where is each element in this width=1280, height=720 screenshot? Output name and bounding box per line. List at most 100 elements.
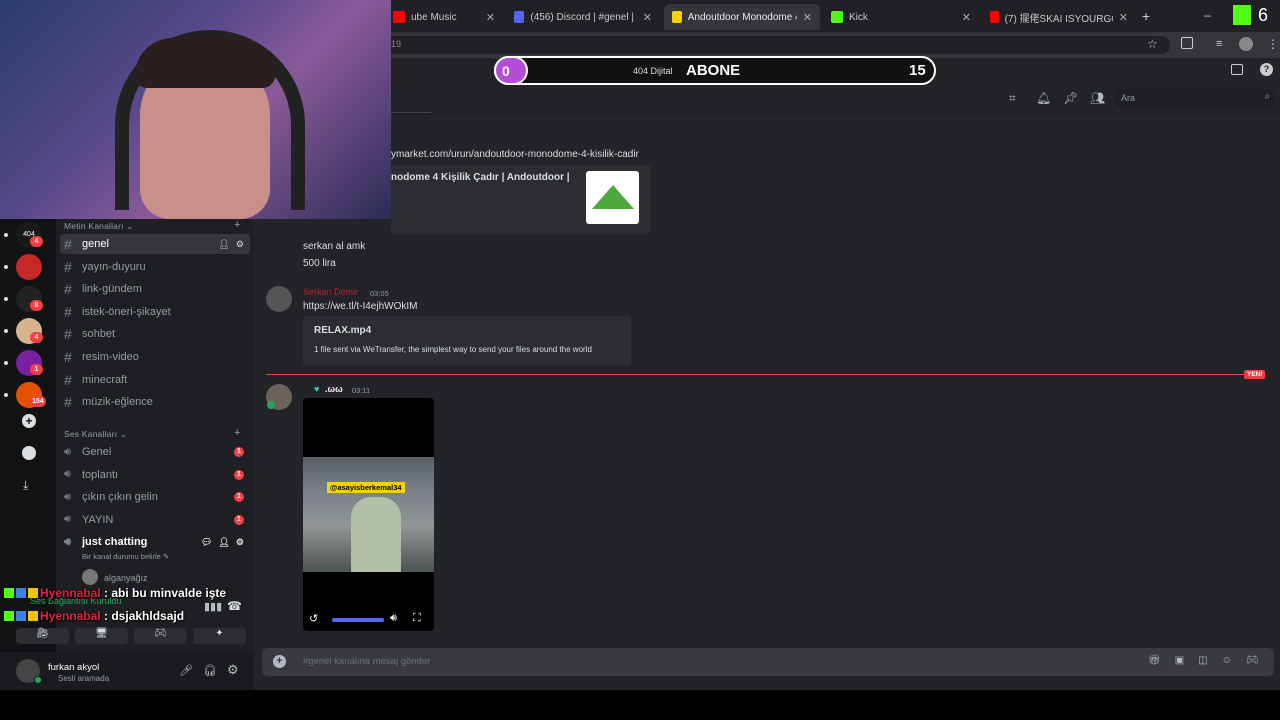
add-voice-channel-icon[interactable]: + xyxy=(234,427,240,439)
close-tab-icon[interactable]: ✕ xyxy=(486,11,495,24)
member-list-icon[interactable]: 👥︎ xyxy=(1090,91,1105,105)
channel-name: sohbet xyxy=(82,328,116,341)
voice-channel-item[interactable]: 🔊︎ YAYIN xyxy=(60,510,250,530)
channel-name: minecraft xyxy=(82,373,128,386)
close-tab-icon[interactable]: ✕ xyxy=(1119,11,1128,24)
voice-channel-item[interactable]: 🔊︎ Genel xyxy=(60,442,250,462)
notification-bell-icon[interactable]: 🔔︎ xyxy=(1036,91,1051,105)
text-channel-item[interactable]: # istek-öneri-şikayet xyxy=(60,302,250,322)
text-channel-item[interactable]: # müzik-eğlence xyxy=(60,392,250,412)
explore-servers-icon[interactable] xyxy=(22,446,36,460)
help-icon[interactable]: ? xyxy=(1260,63,1273,76)
url-field[interactable]: 19 xyxy=(385,36,1170,54)
speaker-icon: 🔊︎ xyxy=(64,490,71,503)
text-channel-item[interactable]: # sohbet xyxy=(60,324,250,344)
browser-tab[interactable]: (7) 擺佬SKAI ISYOURGOD【八方 ✕ xyxy=(982,4,1136,30)
attach-plus-icon[interactable]: + xyxy=(273,655,286,668)
activity-button[interactable]: 🎮︎ xyxy=(134,628,187,644)
message-time-2: 03:05 xyxy=(370,289,389,298)
add-server-icon[interactable]: + xyxy=(22,414,36,428)
browser-menu-icon[interactable]: ⋮ xyxy=(1267,37,1279,51)
screen-share-button[interactable]: 🖥︎ xyxy=(75,628,128,644)
sticker-icon[interactable]: ◫ xyxy=(1198,655,1207,666)
invite-icon[interactable]: 👤︎ xyxy=(218,239,229,250)
profile-avatar[interactable] xyxy=(1239,37,1253,51)
soundboard-button[interactable]: ✦ xyxy=(193,628,246,644)
search-input[interactable]: Ara ⌕ xyxy=(1115,89,1275,107)
wetransfer-embed-title[interactable]: RELAX.mp4 xyxy=(314,325,371,336)
voice-status-text[interactable]: Bir kanal durumu belirle ✎ xyxy=(82,552,169,561)
volume-icon[interactable]: 🔊︎ xyxy=(390,612,397,625)
tent-thumbnail[interactable] xyxy=(586,171,639,224)
voice-channel-item[interactable]: 🔊︎ çıkın çıkın gelin xyxy=(60,487,250,507)
voice-category-header[interactable]: Ses Kanalları ⌄ xyxy=(64,429,127,440)
close-tab-icon[interactable]: ✕ xyxy=(803,11,812,24)
user-settings-gear-icon[interactable]: ⚙ xyxy=(227,662,239,678)
browser-tab[interactable]: ube Music ✕ xyxy=(385,4,503,30)
message-input[interactable]: #genel kanalına mesaj gönder xyxy=(303,656,430,667)
extensions-icon[interactable] xyxy=(1181,37,1193,49)
server-unread-pill xyxy=(4,233,8,237)
server-icon[interactable] xyxy=(16,254,42,280)
gif-icon[interactable]: ▣ xyxy=(1175,655,1184,666)
tab-label: ube Music xyxy=(411,11,457,23)
server-mention-badge: 4 xyxy=(30,236,43,247)
inbox-icon[interactable] xyxy=(1231,64,1243,75)
url-text: 19 xyxy=(391,39,402,49)
threads-icon[interactable]: ⌗ xyxy=(1009,91,1016,106)
headphones-icon[interactable]: 🎧︎ xyxy=(203,664,217,677)
text-channel-item[interactable]: # genel 👤︎ ⚙ xyxy=(60,234,250,254)
text-channel-item[interactable]: # minecraft xyxy=(60,370,250,390)
author-name-2[interactable]: Serkan Demir xyxy=(303,287,358,297)
overlay-brand: 404 Dijital xyxy=(633,66,673,76)
new-tab-button[interactable]: + xyxy=(1142,8,1150,24)
message-time-3: 03:11 xyxy=(352,386,371,395)
invite-icon[interactable]: 👤︎ xyxy=(218,537,229,548)
browser-tab[interactable]: (456) Discord | #genel | 404 ✕ xyxy=(506,4,660,30)
minimize-window-button[interactable]: – xyxy=(1204,8,1211,22)
close-tab-icon[interactable]: ✕ xyxy=(962,11,971,24)
bookmark-star-icon[interactable]: ☆ xyxy=(1147,37,1158,51)
pin-icon[interactable]: 📌︎ xyxy=(1063,91,1078,105)
media-controls-icon[interactable]: ≡ xyxy=(1216,38,1222,50)
product-embed-title[interactable]: nodome 4 Kişilik Çadır | Andoutdoor | xyxy=(391,172,570,183)
add-text-channel-icon[interactable]: + xyxy=(234,219,240,231)
app-launcher-icon[interactable]: 🎮︎ xyxy=(1246,655,1259,666)
voice-channel-item[interactable]: 🔊︎ just chatting 💬︎ 👤︎ ⚙ xyxy=(60,532,250,552)
sub-goal-progress xyxy=(494,56,528,85)
close-tab-icon[interactable]: ✕ xyxy=(643,11,652,24)
text-channel-item[interactable]: # resim-video xyxy=(60,347,250,367)
speaker-icon: 🔊︎ xyxy=(64,468,71,481)
server-unread-pill xyxy=(4,265,8,269)
replay-icon[interactable]: ↺ xyxy=(309,612,318,625)
gift-icon[interactable]: 🎁︎ xyxy=(1148,655,1161,666)
emoji-icon[interactable]: ☺ xyxy=(1222,655,1232,666)
chat-bubble-icon[interactable]: 💬︎ xyxy=(201,537,212,548)
text-category-header[interactable]: Metin Kanalları ⌄ xyxy=(64,221,134,232)
voice-member-name[interactable]: alganyağız xyxy=(104,573,148,583)
product-link[interactable]: ymarket.com/urun/andoutdoor-monodome-4-k… xyxy=(391,149,639,160)
author-avatar-2[interactable] xyxy=(266,286,292,312)
download-apps-icon[interactable]: ⤓ xyxy=(23,478,28,493)
microphone-icon[interactable]: 🎤︎ xyxy=(179,664,193,677)
channel-name: istek-öneri-şikayet xyxy=(82,305,171,318)
channel-settings-gear-icon[interactable]: ⚙ xyxy=(236,239,244,250)
video-player[interactable]: @asayisberkemal34 ↺ 🔊︎ ⛶ xyxy=(303,398,434,631)
composer-tools: 🎁︎ ▣ ◫ ☺ 🎮︎ xyxy=(1148,655,1259,666)
user-status: Sesli aramada xyxy=(58,674,110,683)
camera-off-button[interactable]: 🎥︎ xyxy=(16,628,69,644)
fullscreen-icon[interactable]: ⛶ xyxy=(413,612,421,625)
channel-settings-gear-icon[interactable]: ⚙ xyxy=(236,537,244,548)
channel-name: YAYIN xyxy=(82,513,114,526)
channel-name: resim-video xyxy=(82,351,139,363)
text-channel-item[interactable]: # yayın-duyuru xyxy=(60,257,250,277)
disconnect-icon[interactable]: ☎︎ xyxy=(227,599,242,613)
wetransfer-link[interactable]: https://we.tl/t-I4ejhWOkIM xyxy=(303,301,417,312)
voice-channel-item[interactable]: 🔊︎ toplantı xyxy=(60,465,250,485)
video-progress-bar[interactable] xyxy=(332,618,384,622)
browser-tab[interactable]: Andoutdoor Monodome 4 Kişil ✕ xyxy=(664,4,820,30)
message-text-2: 500 lira xyxy=(303,258,336,269)
text-channel-item[interactable]: # link-gündem xyxy=(60,279,250,299)
browser-tab[interactable]: Kick ✕ xyxy=(823,4,979,30)
author-name-3[interactable]: ⁠.ωω xyxy=(325,384,343,394)
